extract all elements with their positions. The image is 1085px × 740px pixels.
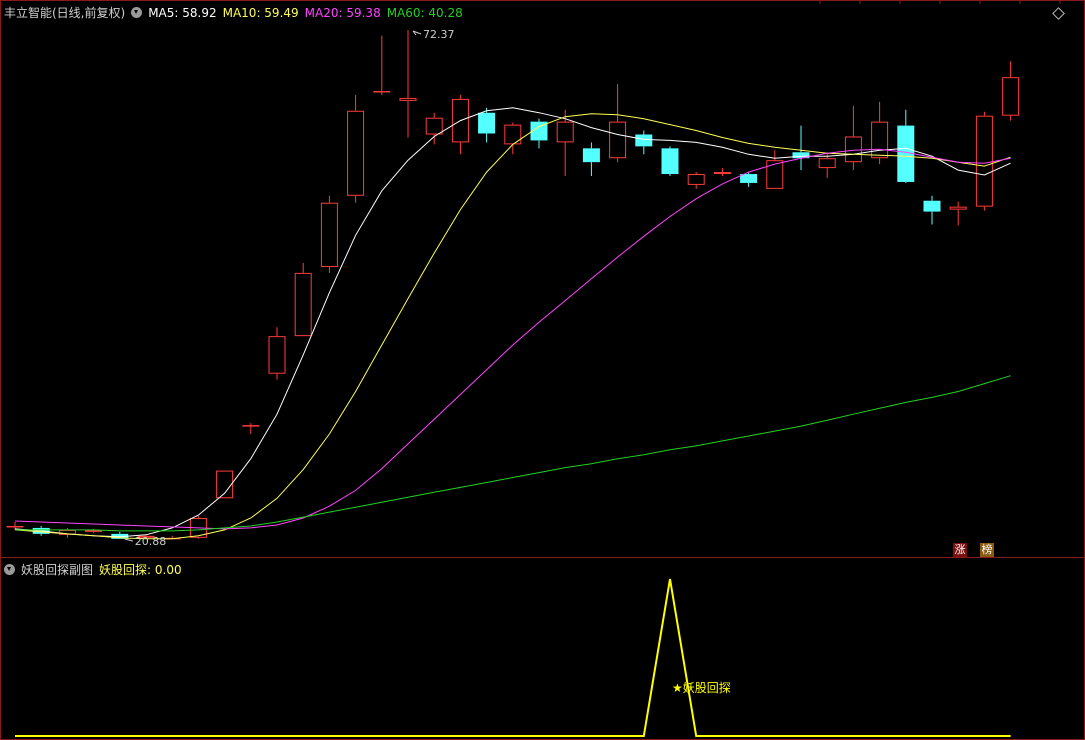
candle-body-up xyxy=(609,121,627,159)
candle-body-up xyxy=(949,206,967,210)
zhang-badge[interactable]: 涨 xyxy=(953,543,967,557)
high-arrow-icon xyxy=(412,30,422,36)
ma-line-ma20 xyxy=(14,148,1011,530)
candle-body-up xyxy=(294,272,312,337)
candle-body-up xyxy=(373,90,391,93)
candle-body-up xyxy=(766,160,784,189)
candle-body-down xyxy=(661,148,679,175)
candle-body-down xyxy=(923,200,941,212)
candle-body-up xyxy=(871,121,889,159)
candle-body-up xyxy=(556,121,574,143)
ma-line-ma10 xyxy=(14,113,1011,540)
low-arrow-icon xyxy=(124,538,133,542)
ma-line-ma5 xyxy=(14,107,1011,538)
ma10-label: MA10: 59.49 xyxy=(222,5,299,20)
candle-body-down xyxy=(582,148,600,163)
candle-body-up xyxy=(347,110,365,196)
candle-body-up xyxy=(975,115,993,207)
ma60-label: MA60: 40.28 xyxy=(386,5,463,20)
ma20-label: MA20: 59.38 xyxy=(304,5,381,20)
main-header: 丰立智能(日线,前复权) MA5: 58.92 MA10: 59.49 MA20… xyxy=(4,4,463,21)
low-price-label: 20.88 xyxy=(135,535,167,548)
sub-header: 妖股回探副图 妖股回探: 0.00 xyxy=(4,561,182,578)
candle-body-up xyxy=(242,425,260,427)
candle-body-up xyxy=(687,174,705,185)
candle-body-up xyxy=(399,97,417,101)
candle-body-up xyxy=(1002,77,1020,116)
signal-annotation: ★妖股回探 xyxy=(672,681,731,695)
candle-body-down xyxy=(740,174,758,183)
indicator-value-label: 妖股回探: 0.00 xyxy=(99,563,182,577)
dropdown-circle-icon[interactable] xyxy=(131,7,143,18)
candle-body-up xyxy=(425,117,443,135)
ma-line-ma60 xyxy=(15,375,1011,532)
high-price-label: 72.37 xyxy=(423,28,455,41)
candle-body-up xyxy=(320,202,338,267)
candle-body-up xyxy=(6,525,24,528)
ma5-label: MA5: 58.92 xyxy=(148,5,217,20)
candle-body-down xyxy=(635,134,653,147)
candle-body-up xyxy=(818,158,836,169)
candle-body-down xyxy=(478,112,496,134)
signal-line xyxy=(15,578,1011,737)
candle-body-up xyxy=(713,172,731,175)
stock-title[interactable]: 丰立智能(日线,前复权) xyxy=(4,4,125,21)
candle-body-up xyxy=(844,136,862,163)
candle-body-up xyxy=(268,336,286,374)
dropdown-circle-icon[interactable] xyxy=(4,564,15,575)
chart-canvas[interactable]: 72.37 20.88 ★妖股回探 xyxy=(0,0,1085,740)
indicator-title[interactable]: 妖股回探副图 xyxy=(21,561,93,578)
bang-badge[interactable]: 榜 xyxy=(980,543,994,557)
